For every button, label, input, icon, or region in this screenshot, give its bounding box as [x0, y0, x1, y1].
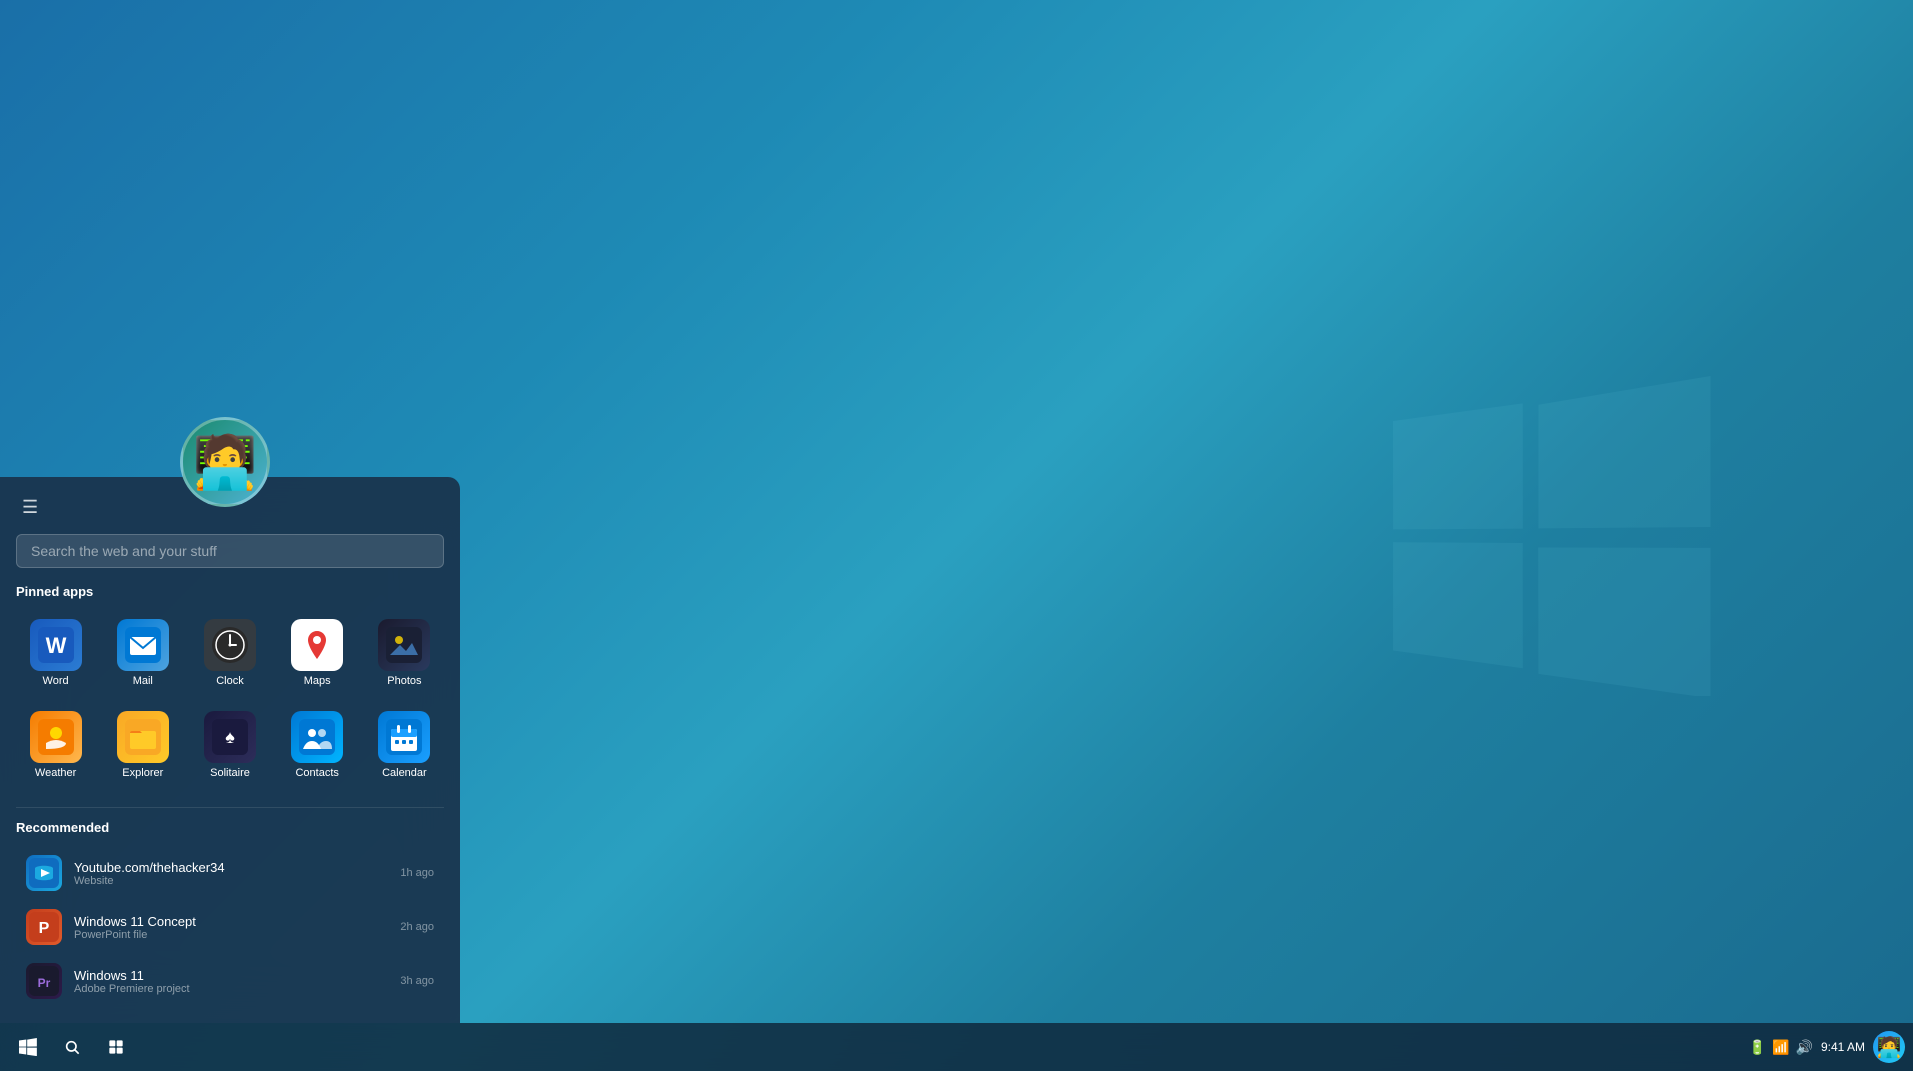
taskbar-right: 🔋 📶 🔊 9:41 AM 🧑‍💻 — [1749, 1031, 1905, 1063]
pinned-app-word[interactable]: W Word — [16, 611, 95, 695]
desktop: 🧑‍💻 ☰ Search the web and your stuff Pinn… — [0, 0, 1913, 1071]
win11concept-icon: P — [26, 909, 62, 945]
svg-text:W: W — [45, 633, 66, 658]
battery-icon: 🔋 — [1749, 1039, 1766, 1056]
youtube-info: Youtube.com/thehacker34Website — [74, 860, 388, 887]
contacts-label: Contacts — [295, 767, 338, 779]
recommended-label: Recommended — [16, 820, 444, 835]
mail-icon — [117, 619, 169, 671]
pinned-apps-label: Pinned apps — [16, 584, 444, 599]
maps-label: Maps — [304, 675, 331, 687]
taskbar-time: 9:41 AM — [1821, 1039, 1865, 1056]
pinned-app-solitaire[interactable]: ♠ Solitaire — [190, 703, 269, 787]
win11-type: Adobe Premiere project — [74, 983, 388, 995]
divider — [16, 807, 444, 808]
svg-text:P: P — [39, 920, 50, 937]
sound-icon: 🔊 — [1796, 1039, 1813, 1056]
word-label: Word — [43, 675, 69, 687]
mail-label: Mail — [133, 675, 153, 687]
explorer-label: Explorer — [122, 767, 163, 779]
win11concept-type: PowerPoint file — [74, 929, 388, 941]
solitaire-icon: ♠ — [204, 711, 256, 763]
widgets-taskbar-button[interactable] — [96, 1027, 136, 1067]
rec-item-win11[interactable]: Pr Windows 11Adobe Premiere project 3h ago — [16, 955, 444, 1007]
maps-icon — [291, 619, 343, 671]
weather-icon — [30, 711, 82, 763]
user-avatar[interactable]: 🧑‍💻 — [180, 417, 270, 507]
win11-info: Windows 11Adobe Premiere project — [74, 968, 388, 995]
svg-text:Pr: Pr — [38, 976, 51, 990]
calendar-label: Calendar — [382, 767, 427, 779]
rec-item-win11concept[interactable]: P Windows 11 ConceptPowerPoint file 2h ago — [16, 901, 444, 953]
explorer-icon — [117, 711, 169, 763]
contacts-icon — [291, 711, 343, 763]
windows-logo-watermark — [1393, 376, 1713, 696]
pinned-app-explorer[interactable]: Explorer — [103, 703, 182, 787]
rec-item-youtube[interactable]: Youtube.com/thehacker34Website 1h ago — [16, 847, 444, 899]
pinned-app-clock[interactable]: Clock — [190, 611, 269, 695]
pinned-app-mail[interactable]: Mail — [103, 611, 182, 695]
photos-label: Photos — [387, 675, 421, 687]
taskbar-system-icons: 🔋 📶 🔊 — [1749, 1039, 1813, 1056]
win11concept-name: Windows 11 Concept — [74, 914, 388, 929]
search-taskbar-button[interactable] — [52, 1027, 92, 1067]
solitaire-label: Solitaire — [210, 767, 250, 779]
clock-icon — [204, 619, 256, 671]
taskbar: 🔋 📶 🔊 9:41 AM 🧑‍💻 — [0, 1023, 1913, 1071]
win11concept-time: 2h ago — [400, 921, 434, 933]
search-bar[interactable]: Search the web and your stuff — [16, 534, 444, 568]
youtube-time: 1h ago — [400, 867, 434, 879]
youtube-type: Website — [74, 875, 388, 887]
win11-name: Windows 11 — [74, 968, 388, 983]
photos-icon — [378, 619, 430, 671]
wifi-icon: 📶 — [1772, 1039, 1789, 1056]
win11-time: 3h ago — [400, 975, 434, 987]
calendar-icon — [378, 711, 430, 763]
win11-icon: Pr — [26, 963, 62, 999]
word-icon: W — [30, 619, 82, 671]
youtube-icon — [26, 855, 62, 891]
pinned-app-weather[interactable]: Weather — [16, 703, 95, 787]
clock-label: Clock — [216, 675, 244, 687]
start-button[interactable] — [8, 1027, 48, 1067]
pinned-app-contacts[interactable]: Contacts — [278, 703, 357, 787]
taskbar-user-avatar[interactable]: 🧑‍💻 — [1873, 1031, 1905, 1063]
pinned-apps-grid: W Word Mail Clock Maps Photos Weather Explorer ♠… — [16, 611, 444, 787]
start-menu: 🧑‍💻 ☰ Search the web and your stuff Pinn… — [0, 477, 460, 1023]
youtube-name: Youtube.com/thehacker34 — [74, 860, 388, 875]
svg-text:♠: ♠ — [225, 727, 235, 747]
taskbar-left — [8, 1027, 136, 1067]
recommended-list: Youtube.com/thehacker34Website 1h ago P Win… — [16, 847, 444, 1007]
weather-label: Weather — [35, 767, 76, 779]
pinned-app-photos[interactable]: Photos — [365, 611, 444, 695]
win11concept-info: Windows 11 ConceptPowerPoint file — [74, 914, 388, 941]
pinned-app-calendar[interactable]: Calendar — [365, 703, 444, 787]
pinned-app-maps[interactable]: Maps — [278, 611, 357, 695]
